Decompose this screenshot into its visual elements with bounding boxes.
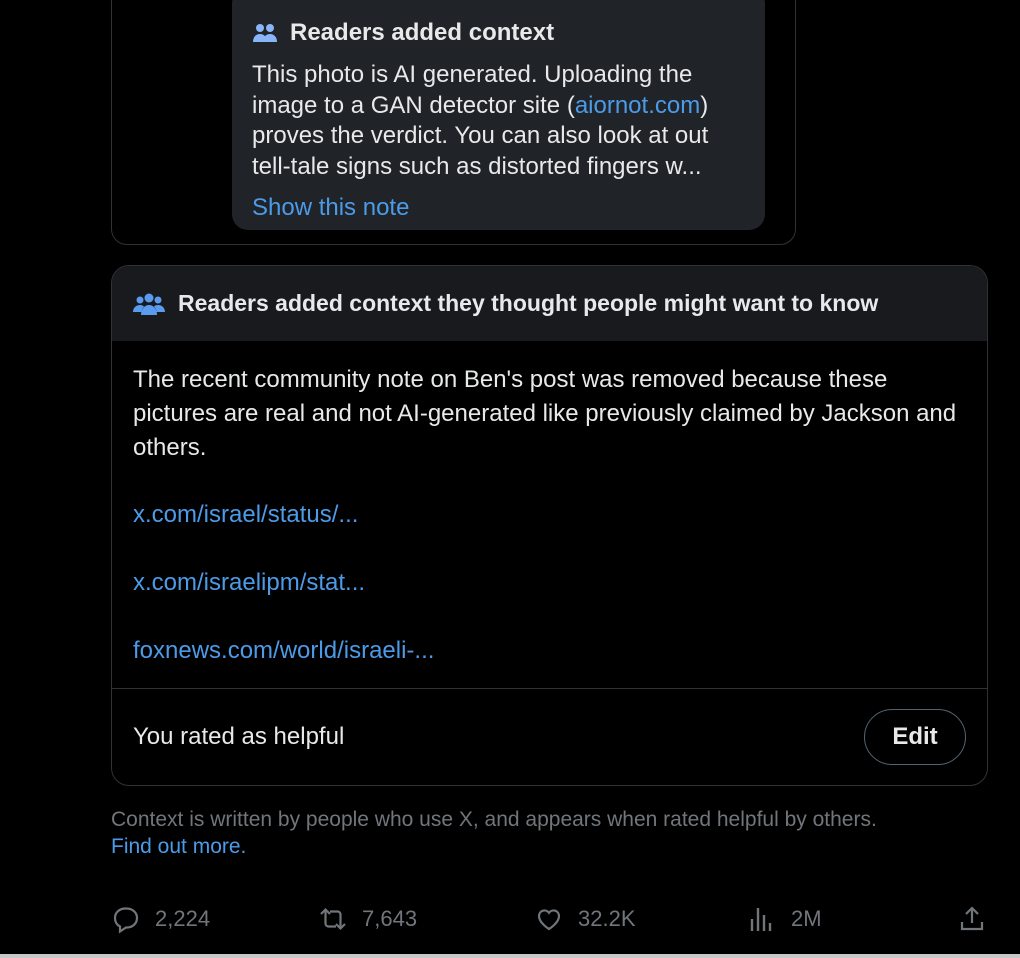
like-button[interactable]: 32.2K bbox=[534, 898, 636, 940]
quoted-note-text: This photo is AI generated. Uploading th… bbox=[252, 60, 745, 182]
reply-button[interactable]: 2,224 bbox=[111, 898, 210, 940]
community-note-body: The recent community note on Ben's post … bbox=[112, 341, 987, 705]
find-out-more-link[interactable]: Find out more. bbox=[111, 833, 971, 860]
community-note-links: x.com/israel/status/... x.com/israelipm/… bbox=[133, 501, 967, 705]
heart-icon bbox=[537, 909, 561, 931]
quoted-note-heading: Readers added context bbox=[290, 19, 555, 46]
rating-status: You rated as helpful bbox=[133, 723, 345, 750]
note-link-1[interactable]: x.com/israel/status/... bbox=[133, 501, 967, 569]
quoted-note-header: Readers added context bbox=[252, 18, 745, 48]
people-icon bbox=[253, 24, 277, 42]
post-page: Readers added context This photo is AI g… bbox=[0, 0, 1020, 958]
rating-footer: You rated as helpful Edit bbox=[112, 688, 987, 785]
people-icon bbox=[133, 293, 165, 315]
views-count: 2M bbox=[791, 906, 822, 931]
edit-rating-button[interactable]: Edit bbox=[864, 709, 966, 765]
quoted-community-note: Readers added context This photo is AI g… bbox=[232, 0, 765, 230]
show-note-link[interactable]: Show this note bbox=[252, 194, 409, 222]
views-button[interactable]: 2M bbox=[747, 898, 822, 940]
bottom-divider bbox=[0, 954, 1020, 958]
quoted-note-link[interactable]: aiornot.com bbox=[575, 92, 700, 119]
reply-count: 2,224 bbox=[155, 906, 211, 931]
repost-button[interactable]: 7,643 bbox=[318, 898, 417, 940]
community-note-header: Readers added context they thought peopl… bbox=[112, 266, 987, 341]
note-link-2[interactable]: x.com/israelipm/stat... bbox=[133, 569, 967, 637]
repost-count: 7,643 bbox=[362, 906, 418, 931]
community-note-card: Readers added context they thought peopl… bbox=[111, 265, 988, 786]
post-action-bar: 2,224 7,643 32.2K 2M bbox=[111, 898, 991, 940]
repost-icon bbox=[320, 907, 346, 931]
views-icon bbox=[750, 908, 772, 931]
disclaimer-text: Context is written by people who use X, … bbox=[111, 808, 877, 831]
share-button[interactable] bbox=[957, 898, 1001, 940]
context-disclaimer: Context is written by people who use X, … bbox=[111, 806, 971, 860]
reply-icon bbox=[113, 907, 139, 934]
community-note-text: The recent community note on Ben's post … bbox=[133, 366, 957, 461]
like-count: 32.2K bbox=[578, 906, 636, 931]
share-icon bbox=[960, 906, 984, 931]
community-note-heading: Readers added context they thought peopl… bbox=[178, 290, 879, 316]
